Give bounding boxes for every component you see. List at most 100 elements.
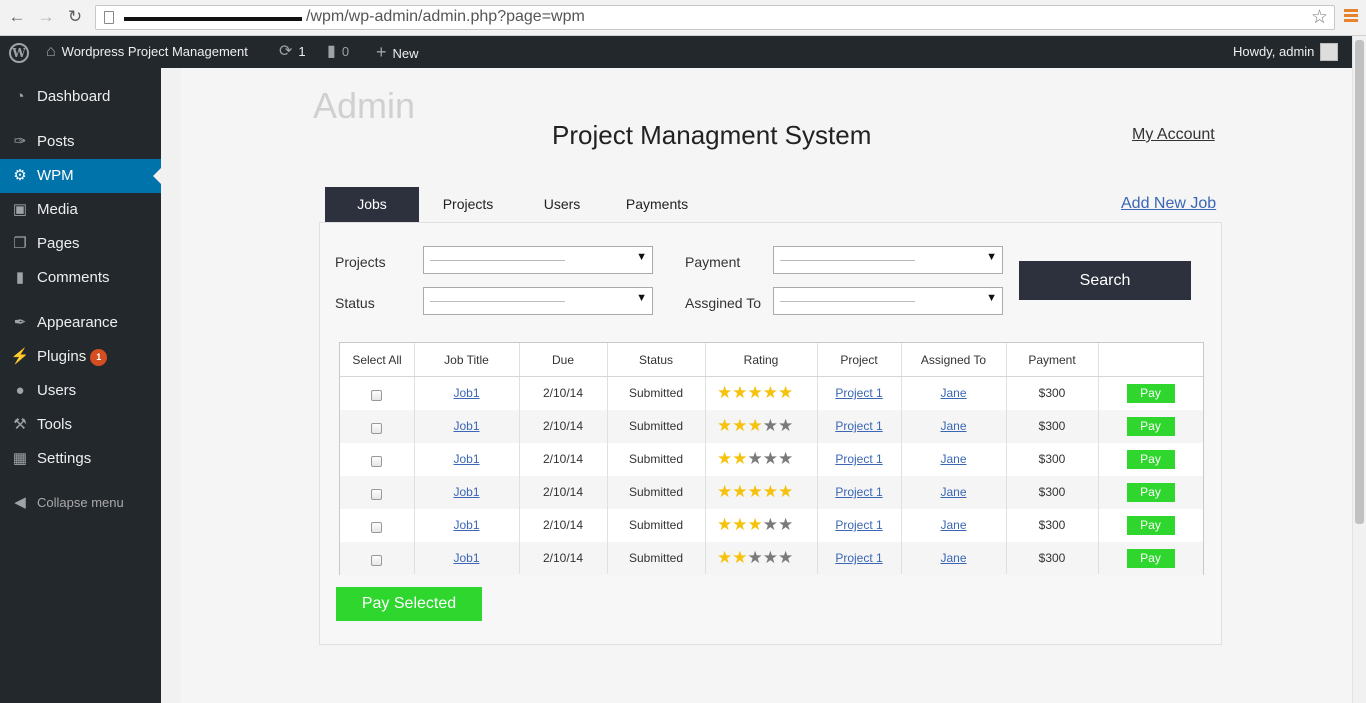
job-title-link[interactable]: Job1 xyxy=(414,452,519,466)
projects-select[interactable]: ▼ xyxy=(423,246,653,274)
sidebar-collapse-menu[interactable]: ◀ Collapse menu xyxy=(0,486,161,520)
my-account-link[interactable]: My Account xyxy=(1132,126,1215,144)
sidebar-item-tools[interactable]: ⚒ Tools xyxy=(0,408,161,442)
status-text: Submitted xyxy=(628,551,684,565)
tab-jobs[interactable]: Jobs xyxy=(325,187,419,222)
search-button[interactable]: Search xyxy=(1019,261,1191,300)
admin-title: Admin xyxy=(313,85,416,126)
sidebar-item-settings[interactable]: ▦ Settings xyxy=(0,442,161,476)
forward-arrow-icon[interactable]: → xyxy=(35,6,57,28)
status-select[interactable]: ▼ xyxy=(423,287,653,315)
sidebar-item-posts[interactable]: ✑ Posts xyxy=(0,125,161,159)
jobs-table: Select All Job Title Due Status Rating Projec… xyxy=(339,342,1204,575)
reload-icon[interactable]: ↻ xyxy=(64,6,86,28)
job-title-link[interactable]: Job1 xyxy=(414,551,519,565)
assigned-select[interactable]: ▼ xyxy=(773,287,1003,315)
sidebar-item-dashboard[interactable]: ◔ Dashboard xyxy=(0,80,161,114)
tab-users[interactable]: Users xyxy=(523,187,601,222)
rating-stars: ★★★★★ xyxy=(717,482,793,502)
page-title: Project Managment System xyxy=(552,120,872,150)
user-icon: ● xyxy=(15,382,25,399)
project-link[interactable]: Project 1 xyxy=(817,518,901,532)
comments-link[interactable]: ▮ 0 xyxy=(327,36,349,68)
admin-bar: W ⌂ Wordpress Project Management ⟳ 1 ▮ 0 + N… xyxy=(0,36,1352,68)
sidebar-item-pages[interactable]: ❐ Pages xyxy=(0,227,161,261)
pay-button[interactable]: Pay xyxy=(1126,417,1175,436)
scrollbar-thumb[interactable] xyxy=(1355,40,1364,524)
assignee-link[interactable]: Jane xyxy=(901,485,1006,499)
browser-menu-icon[interactable] xyxy=(1344,9,1358,24)
site-name-link[interactable]: ⌂ Wordpress Project Management xyxy=(46,36,248,68)
sidebar-item-appearance[interactable]: ✒ Appearance xyxy=(0,306,161,340)
new-content-link[interactable]: + New xyxy=(376,36,419,68)
pay-button[interactable]: Pay xyxy=(1126,450,1175,469)
my-account-menu[interactable]: Howdy, admin xyxy=(1233,36,1339,68)
due-date: 2/10/14 xyxy=(542,452,584,466)
row-checkbox[interactable] xyxy=(371,390,382,401)
row-checkbox[interactable] xyxy=(371,423,382,434)
assignee-link[interactable]: Jane xyxy=(901,386,1006,400)
job-title-link[interactable]: Job1 xyxy=(414,485,519,499)
star-filled-icon: ★ xyxy=(732,383,748,402)
pay-button[interactable]: Pay xyxy=(1126,549,1175,568)
status-text: Submitted xyxy=(628,386,684,400)
pay-selected-button[interactable]: Pay Selected xyxy=(336,587,482,621)
project-link[interactable]: Project 1 xyxy=(817,386,901,400)
sidebar-item-users[interactable]: ● Users xyxy=(0,374,161,408)
gear-icon: ⚙ xyxy=(13,167,27,184)
project-link[interactable]: Project 1 xyxy=(817,551,901,565)
star-filled-icon: ★ xyxy=(732,482,748,501)
project-link[interactable]: Project 1 xyxy=(817,485,901,499)
assignee-link[interactable]: Jane xyxy=(901,419,1006,433)
job-title-link[interactable]: Job1 xyxy=(414,518,519,532)
comments-count: 0 xyxy=(341,44,350,59)
star-filled-icon: ★ xyxy=(747,416,763,435)
star-filled-icon: ★ xyxy=(762,383,778,402)
pay-button[interactable]: Pay xyxy=(1126,483,1175,502)
job-title-link[interactable]: Job1 xyxy=(414,386,519,400)
star-empty-icon: ★ xyxy=(778,515,794,534)
sidebar-item-wpm[interactable]: ⚙ WPM xyxy=(0,159,161,193)
star-filled-icon: ★ xyxy=(717,482,733,501)
add-new-job-link[interactable]: Add New Job xyxy=(1121,195,1216,213)
dropdown-arrow-icon: ▼ xyxy=(986,251,997,263)
updates-icon: ⟳ xyxy=(279,43,293,60)
home-icon: ⌂ xyxy=(46,43,56,60)
job-title-link[interactable]: Job1 xyxy=(414,419,519,433)
updates-link[interactable]: ⟳ 1 xyxy=(279,36,306,68)
row-checkbox[interactable] xyxy=(371,489,382,500)
star-filled-icon: ★ xyxy=(717,548,733,567)
payment-select[interactable]: ▼ xyxy=(773,246,1003,274)
row-checkbox[interactable] xyxy=(371,456,382,467)
wp-logo-icon[interactable]: W xyxy=(9,36,29,68)
star-filled-icon: ★ xyxy=(747,482,763,501)
page-scrollbar[interactable] xyxy=(1352,36,1366,703)
status-text: Submitted xyxy=(628,485,684,499)
column-header[interactable]: Select All xyxy=(340,353,414,367)
row-checkbox[interactable] xyxy=(371,522,382,533)
address-bar[interactable]: /wpm/wp-admin/admin.php?page=wpm ☆ xyxy=(95,5,1335,30)
assigned-filter-label: Assgined To xyxy=(685,295,762,311)
sidebar-item-plugins[interactable]: ⚡ Plugins 1 xyxy=(0,340,161,374)
project-link[interactable]: Project 1 xyxy=(817,419,901,433)
star-filled-icon: ★ xyxy=(732,515,748,534)
bookmark-star-icon[interactable]: ☆ xyxy=(1311,6,1328,29)
assignee-link[interactable]: Jane xyxy=(901,452,1006,466)
sidebar-item-label: Posts xyxy=(37,133,75,150)
star-empty-icon: ★ xyxy=(762,515,778,534)
payment-amount: $300 xyxy=(1038,485,1066,499)
row-checkbox[interactable] xyxy=(371,555,382,566)
avatar xyxy=(1320,42,1339,61)
tab-payments[interactable]: Payments xyxy=(615,187,699,222)
pay-button[interactable]: Pay xyxy=(1126,516,1175,535)
pay-button[interactable]: Pay xyxy=(1126,384,1175,403)
assignee-link[interactable]: Jane xyxy=(901,551,1006,565)
tab-projects[interactable]: Projects xyxy=(428,187,508,222)
dashboard-icon: ◔ xyxy=(15,88,25,105)
column-header: Project xyxy=(840,353,878,367)
sidebar-item-media[interactable]: ▣ Media xyxy=(0,193,161,227)
assignee-link[interactable]: Jane xyxy=(901,518,1006,532)
back-arrow-icon[interactable]: ← xyxy=(6,6,28,28)
project-link[interactable]: Project 1 xyxy=(817,452,901,466)
sidebar-item-comments[interactable]: ▮ Comments xyxy=(0,261,161,295)
